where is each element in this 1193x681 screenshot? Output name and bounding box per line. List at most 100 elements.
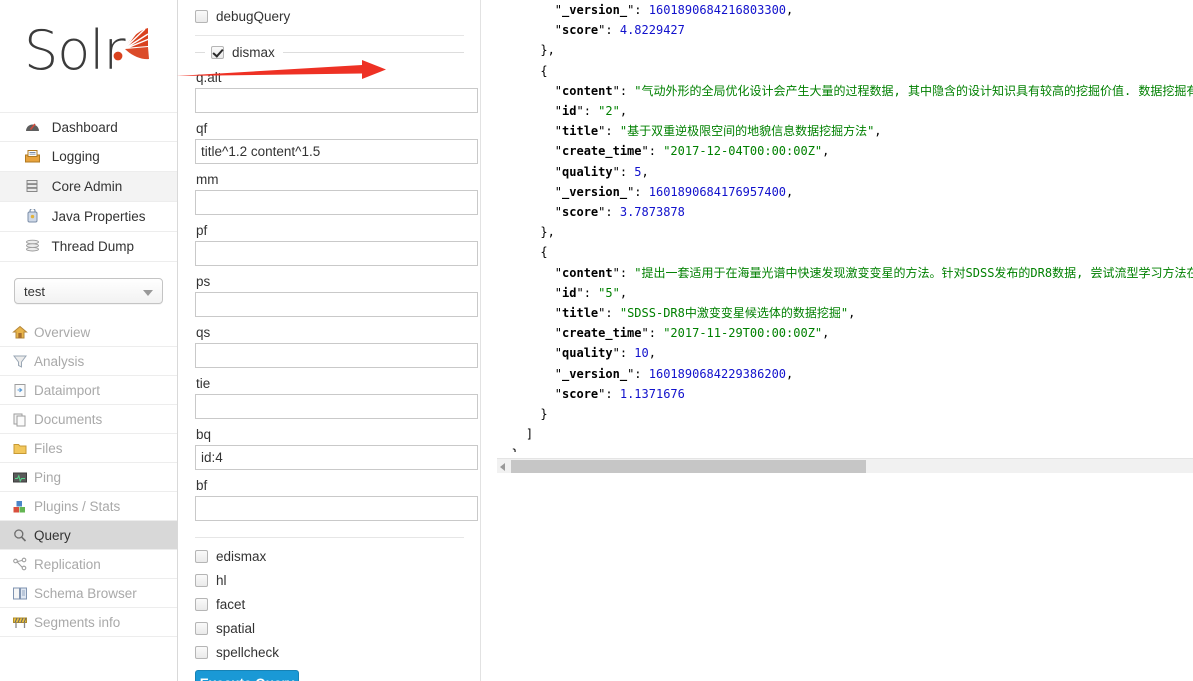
sidebar-item-overview[interactable]: Overview bbox=[0, 318, 177, 347]
sidebar-item-label: Documents bbox=[34, 412, 103, 427]
edismax-checkbox[interactable] bbox=[195, 549, 208, 563]
field-label-bf: bf bbox=[196, 478, 208, 493]
field-label-qalt: q.alt bbox=[196, 70, 222, 85]
chevron-down-icon bbox=[143, 290, 153, 296]
field-input-bf[interactable] bbox=[195, 496, 478, 521]
field-input-bq[interactable] bbox=[195, 445, 478, 470]
dataimport-icon bbox=[14, 384, 26, 397]
sidebar-item-segments-info[interactable]: Segments info bbox=[0, 608, 177, 637]
field-label-ps: ps bbox=[196, 274, 211, 289]
execute-query-button[interactable]: Execute Query bbox=[195, 670, 299, 681]
edismax-label: edismax bbox=[216, 548, 267, 564]
query-magnifier-icon bbox=[14, 529, 27, 542]
sidebar-item-label: Segments info bbox=[34, 615, 121, 630]
sidebar-item-analysis[interactable]: Analysis bbox=[0, 347, 177, 376]
core-admin-icon bbox=[26, 180, 38, 192]
brand-logo[interactable]: Solr bbox=[0, 0, 177, 112]
scrollbar-thumb[interactable] bbox=[511, 460, 866, 473]
legend-line bbox=[282, 51, 464, 53]
sidebar-item-label: Query bbox=[34, 528, 71, 543]
debug-query-checkbox[interactable] bbox=[195, 9, 208, 23]
sidebar-item-replication[interactable]: Replication bbox=[0, 550, 177, 579]
spellcheck-checkbox[interactable] bbox=[195, 645, 208, 659]
sidebar-item-label: Replication bbox=[34, 557, 101, 572]
sidebar-item-files[interactable]: Files bbox=[0, 434, 177, 463]
legend-dash bbox=[195, 51, 205, 53]
divider bbox=[195, 537, 464, 538]
dismax-legend[interactable]: dismax bbox=[195, 42, 464, 62]
field-label-qs: qs bbox=[196, 325, 211, 340]
sidebar-item-label: Core Admin bbox=[51, 179, 123, 194]
sidebar-item-label: Thread Dump bbox=[51, 239, 135, 254]
core-selector-wrap: test bbox=[0, 262, 177, 314]
spatial-checkbox[interactable] bbox=[195, 621, 208, 635]
json-response[interactable]: "_version_": 1601890684216803300, "score… bbox=[497, 0, 1193, 452]
sidebar: Solr Dashboard Logging Core Admin Java P… bbox=[0, 0, 178, 681]
sidebar-item-label: Dashboard bbox=[51, 120, 118, 135]
sidebar-item-label: Ping bbox=[34, 470, 62, 485]
field-label-mm: mm bbox=[196, 172, 219, 187]
thread-dump-icon bbox=[26, 239, 39, 252]
field-label-qf: qf bbox=[196, 121, 208, 136]
sidebar-item-label: Schema Browser bbox=[34, 586, 137, 601]
sidebar-item-plugins-stats[interactable]: Plugins / Stats bbox=[0, 492, 177, 521]
dismax-checkbox[interactable] bbox=[211, 45, 224, 59]
sidebar-item-label: Plugins / Stats bbox=[34, 499, 121, 514]
sidebar-item-thread-dump[interactable]: Thread Dump bbox=[0, 232, 177, 262]
sidebar-item-label: Analysis bbox=[34, 354, 85, 369]
sidebar-item-dataimport[interactable]: Dataimport bbox=[0, 376, 177, 405]
facet-checkbox[interactable] bbox=[195, 597, 208, 611]
hl-row[interactable]: hl bbox=[195, 568, 464, 592]
triangle-left-icon[interactable] bbox=[500, 463, 505, 471]
sidebar-item-label: Logging bbox=[51, 149, 100, 164]
files-icon bbox=[13, 444, 27, 454]
field-input-qf[interactable] bbox=[195, 139, 478, 164]
solr-sunburst-logo bbox=[113, 27, 150, 61]
field-label-tie: tie bbox=[196, 376, 211, 391]
field-label-bq: bq bbox=[196, 427, 212, 442]
schema-browser-icon bbox=[13, 587, 27, 600]
dismax-label: dismax bbox=[232, 44, 275, 60]
field-input-tie[interactable] bbox=[195, 394, 478, 419]
dashboard-icon bbox=[26, 123, 39, 131]
sidebar-item-logging[interactable]: Logging bbox=[0, 142, 177, 172]
sidebar-item-query[interactable]: Query bbox=[0, 521, 177, 550]
analysis-icon bbox=[13, 355, 27, 368]
plugins-stats-icon bbox=[13, 501, 25, 513]
horizontal-scrollbar[interactable] bbox=[497, 458, 1193, 473]
sidebar-item-schema-browser[interactable]: Schema Browser bbox=[0, 579, 177, 608]
logging-icon bbox=[25, 150, 40, 163]
spellcheck-row[interactable]: spellcheck bbox=[195, 640, 464, 664]
core-selector[interactable]: test bbox=[14, 278, 163, 304]
solr-admin-page: Solr Dashboard Logging Core Admin Java P… bbox=[0, 0, 1193, 681]
hl-label: hl bbox=[216, 572, 227, 588]
spatial-label: spatial bbox=[216, 620, 256, 636]
debug-query-row[interactable]: debugQuery bbox=[195, 4, 464, 28]
segments-info-icon bbox=[13, 617, 27, 628]
hl-checkbox[interactable] bbox=[195, 573, 208, 587]
field-input-qs[interactable] bbox=[195, 343, 478, 368]
sidebar-item-java-properties[interactable]: Java Properties bbox=[0, 202, 177, 232]
sidebar-item-core-admin[interactable]: Core Admin bbox=[0, 172, 177, 202]
sidebar-item-dashboard[interactable]: Dashboard bbox=[0, 112, 177, 142]
sidebar-item-documents[interactable]: Documents bbox=[0, 405, 177, 434]
main-navigation: Dashboard Logging Core Admin Java Proper… bbox=[0, 112, 177, 262]
ping-icon bbox=[13, 472, 27, 483]
sidebar-item-ping[interactable]: Ping bbox=[0, 463, 177, 492]
core-navigation: Overview Analysis Dataimport Documents F… bbox=[0, 318, 177, 637]
field-input-mm[interactable] bbox=[195, 190, 478, 215]
edismax-row[interactable]: edismax bbox=[195, 544, 464, 568]
results-panel: "_version_": 1601890684216803300, "score… bbox=[482, 0, 1193, 681]
core-selector-value: test bbox=[24, 284, 45, 299]
field-input-pf[interactable] bbox=[195, 241, 478, 266]
spatial-row[interactable]: spatial bbox=[195, 616, 464, 640]
field-input-ps[interactable] bbox=[195, 292, 478, 317]
spellcheck-label: spellcheck bbox=[216, 644, 280, 660]
field-label-pf: pf bbox=[196, 223, 208, 238]
facet-row[interactable]: facet bbox=[195, 592, 464, 616]
field-input-qalt[interactable] bbox=[195, 88, 478, 113]
sidebar-item-label: Java Properties bbox=[51, 209, 146, 224]
sidebar-item-label: Files bbox=[34, 441, 63, 456]
documents-icon bbox=[13, 413, 26, 427]
sidebar-item-label: Dataimport bbox=[34, 383, 101, 398]
